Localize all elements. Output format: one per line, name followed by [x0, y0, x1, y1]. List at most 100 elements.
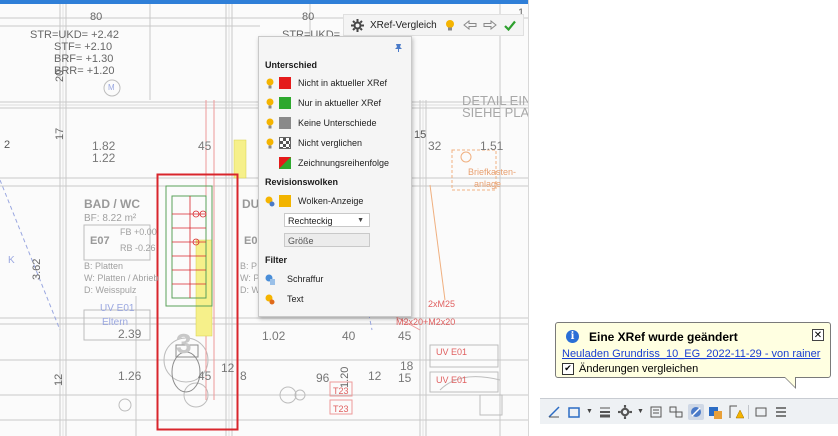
lightbulb-icon[interactable]: [265, 138, 275, 149]
diff-item-not-in-current[interactable]: Nicht in aktueller XRef: [265, 75, 387, 91]
filter-text[interactable]: Text: [265, 291, 304, 307]
cable-label: 2xM25: [428, 299, 456, 309]
lightbulb-icon[interactable]: [443, 18, 457, 32]
dim-label: 32: [428, 139, 442, 153]
diff-label: Nur in aktueller XRef: [298, 98, 382, 108]
dim-label: 8: [240, 369, 247, 383]
room-level: FB +0.00: [120, 227, 157, 237]
dim-label: 2.39: [118, 327, 142, 341]
section-title-revision-clouds: Revisionswolken: [265, 177, 339, 187]
chevron-down-icon[interactable]: ▼: [637, 408, 644, 415]
room-finish: D: Weisspulz: [84, 285, 137, 295]
section-title-filter: Filter: [265, 255, 288, 265]
detail-note: SIEHE PLA: [462, 105, 529, 120]
properties-icon[interactable]: [648, 404, 664, 420]
dim-label: STF= +2.10: [54, 41, 113, 53]
room-number: E07: [90, 235, 110, 247]
pin-icon[interactable]: [394, 43, 403, 55]
filter-label: Text: [287, 294, 304, 304]
room-name: BAD / WC: [84, 197, 140, 211]
notification-title: Eine XRef wurde geändert: [589, 330, 738, 344]
color-swatch-orange[interactable]: [279, 195, 291, 207]
dim-label: BRF= +1.30: [54, 53, 114, 65]
lightbulb-cloud-icon[interactable]: [265, 196, 275, 207]
color-swatch-green[interactable]: [279, 97, 291, 109]
cloud-size-input[interactable]: Größe: [284, 233, 370, 247]
xref-compare-toolbar: XRef-Vergleich: [343, 14, 524, 36]
room-tag: UV E01: [436, 375, 468, 385]
ortho-icon[interactable]: [546, 404, 562, 420]
room-tag: Briefkasten-: [468, 167, 517, 177]
info-icon: i: [566, 330, 579, 343]
symbol-label: K: [8, 255, 15, 266]
dim-label: 45: [198, 139, 212, 153]
cable-label: M2x20+M2x20: [396, 317, 456, 327]
dim-label: 80: [302, 11, 315, 23]
dim-label: 45: [398, 329, 412, 343]
color-swatch-red[interactable]: [279, 77, 291, 89]
dim-label: 1.20: [339, 366, 351, 388]
room-name: DU: [242, 197, 260, 211]
xref-notification-icon[interactable]: [708, 404, 724, 420]
isolate-objects-icon[interactable]: [687, 403, 704, 420]
filter-label: Schraffur: [287, 274, 324, 284]
room-symbol: 3: [176, 328, 192, 359]
text-filter-icon[interactable]: [265, 294, 275, 305]
chevron-down-icon[interactable]: ▼: [586, 408, 593, 415]
dim-label: 15: [398, 371, 412, 385]
compare-changes-checkbox[interactable]: ✔ Änderungen vergleichen: [562, 363, 698, 375]
lightbulb-icon[interactable]: [265, 78, 275, 89]
snap-box-icon[interactable]: [566, 404, 582, 420]
fullscreen-icon[interactable]: [753, 404, 769, 420]
hatch-filter-icon[interactable]: [265, 274, 275, 285]
arrow-left-icon[interactable]: [462, 18, 477, 32]
dim-label: 96: [316, 371, 330, 385]
dim-label: 45: [198, 369, 212, 383]
gear-icon[interactable]: [350, 18, 364, 32]
gear-icon[interactable]: [617, 404, 633, 420]
dim-label: 12: [53, 373, 65, 386]
room-tag: UV E01: [100, 303, 135, 314]
checkmark-icon[interactable]: [503, 18, 517, 32]
lightbulb-icon[interactable]: [265, 98, 275, 109]
dim-label: 12: [221, 361, 235, 375]
checkbox-checked-icon[interactable]: ✔: [562, 363, 574, 375]
diff-label: Nicht verglichen: [298, 138, 363, 148]
selection-cycling-icon[interactable]: [668, 404, 684, 420]
menu-icon[interactable]: [773, 404, 789, 420]
section-title-difference: Unterschied: [265, 60, 318, 70]
cloud-shape-select[interactable]: Rechteckig ▼: [284, 213, 370, 227]
diff-label: Zeichnungsreihenfolge: [298, 158, 390, 168]
filter-hatch[interactable]: Schraffur: [265, 271, 323, 287]
diff-item-no-differences[interactable]: Keine Unterschiede: [265, 115, 377, 131]
cable-label: T23: [333, 386, 349, 396]
checkbox-label: Änderungen vergleichen: [579, 363, 699, 375]
room-finish: W: Platten / Abrieb: [84, 273, 159, 283]
chevron-down-icon: ▼: [357, 217, 364, 224]
dim-label: 17: [54, 127, 66, 140]
diff-item-draw-order[interactable]: Zeichnungsreihenfolge: [265, 155, 389, 171]
arrow-right-icon[interactable]: [483, 18, 497, 32]
symbol-label: M: [108, 83, 115, 92]
xref-compare-title: XRef-Vergleich: [370, 19, 437, 31]
dim-label: 20: [54, 69, 66, 82]
room-finish: B: Platten: [84, 261, 124, 271]
reload-xref-link[interactable]: Neuladen Grundriss_10_EG_2022-11-29 - vo…: [562, 348, 820, 360]
diff-item-only-in-current[interactable]: Nur in aktueller XRef: [265, 95, 381, 111]
room-finish: D: W: [240, 285, 260, 295]
dim-label: 12: [368, 369, 382, 383]
color-swatch-grey[interactable]: [279, 117, 291, 129]
close-icon[interactable]: ✕: [812, 329, 824, 341]
lineweight-icon[interactable]: [597, 404, 613, 420]
dim-label: 1.02: [262, 329, 286, 343]
xref-warning-icon[interactable]: [728, 404, 744, 420]
draw-order-icon[interactable]: [279, 157, 291, 169]
cloud-display-toggle[interactable]: Wolken-Anzeige: [265, 193, 363, 209]
diff-label: Nicht in aktueller XRef: [298, 78, 388, 88]
dim-label: 1.51: [480, 139, 504, 153]
lightbulb-icon[interactable]: [265, 118, 275, 129]
diff-item-not-compared[interactable]: Nicht verglichen: [265, 135, 362, 151]
room-area: BF: 8.22 m²: [84, 213, 137, 224]
room-tag: UV E01: [436, 347, 468, 357]
checker-pattern-icon[interactable]: [279, 137, 291, 149]
